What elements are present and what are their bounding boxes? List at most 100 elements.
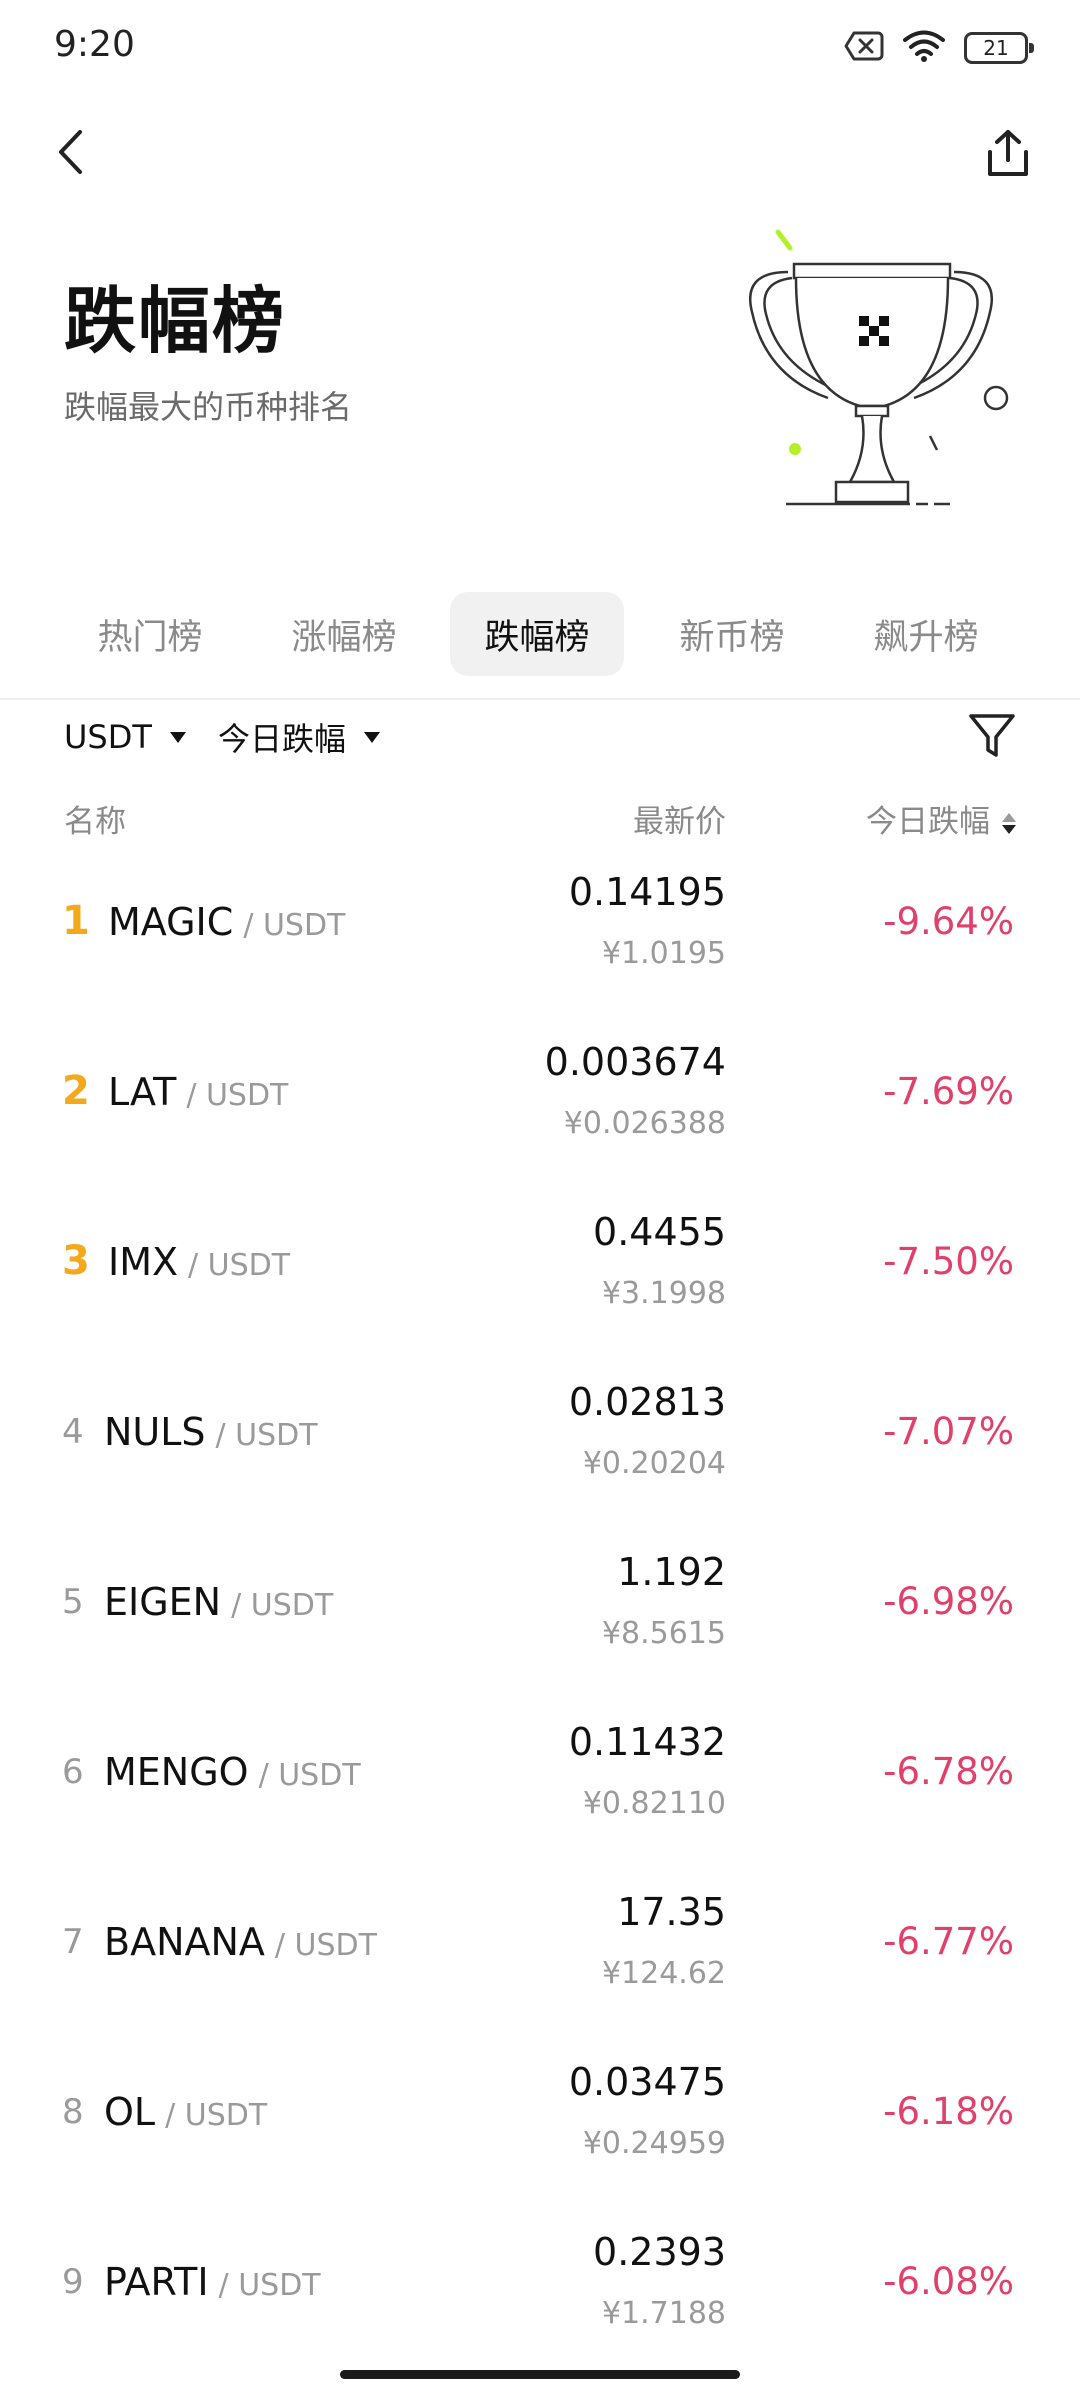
row-quote-symbol: / USDT: [165, 2098, 268, 2133]
row-price: 0.11432: [568, 1720, 726, 1764]
row-change: -6.98%: [883, 1580, 1014, 1623]
coin-list: 1 MAGIC / USDT 0.14195 ¥1.0195 -9.64% 2 …: [0, 848, 1080, 2378]
row-price: 1.192: [617, 1550, 726, 1594]
tab-gainers[interactable]: 涨幅榜: [264, 592, 424, 676]
quote-currency-dropdown[interactable]: USDT: [64, 712, 186, 762]
filter-icon: [969, 714, 1015, 757]
row-rank: 7: [62, 1922, 84, 1962]
row-price: 0.03475: [568, 2060, 726, 2104]
page-subtitle: 跌幅最大的币种排名: [64, 388, 353, 426]
row-base-symbol: EIGEN: [104, 1580, 222, 1624]
table-row[interactable]: 9 PARTI / USDT 0.2393 ¥1.7188 -6.08%: [0, 2208, 1080, 2378]
row-rank: 6: [62, 1752, 84, 1792]
row-pair: BANANA / USDT: [104, 1920, 377, 1964]
table-row[interactable]: 2 LAT / USDT 0.003674 ¥0.026388 -7.69%: [0, 1018, 1080, 1188]
row-change: -9.64%: [883, 900, 1014, 943]
table-row[interactable]: 5 EIGEN / USDT 1.192 ¥8.5615 -6.98%: [0, 1528, 1080, 1698]
trophy-illustration: [749, 229, 1009, 506]
row-change: -6.77%: [883, 1920, 1014, 1963]
caret-down-icon: [364, 731, 381, 743]
tab-new-listings[interactable]: 新币榜: [652, 592, 812, 676]
row-price: 0.4455: [593, 1210, 726, 1254]
wifi-icon: [902, 29, 946, 67]
row-quote-symbol: / USDT: [231, 1588, 334, 1623]
row-quote-symbol: / USDT: [258, 1758, 361, 1793]
tabs-divider: [0, 698, 1080, 700]
battery-icon: 21: [964, 32, 1034, 64]
row-change: -7.50%: [883, 1240, 1014, 1283]
row-cny-price: ¥1.0195: [601, 936, 726, 971]
quote-currency-value: USDT: [64, 718, 152, 756]
column-header-change[interactable]: 今日跌幅: [866, 796, 1018, 841]
row-base-symbol: PARTI: [104, 2260, 209, 2304]
row-base-symbol: IMX: [108, 1240, 179, 1284]
row-price: 0.2393: [593, 2230, 726, 2274]
row-rank: 1: [62, 898, 90, 944]
table-row[interactable]: 1 MAGIC / USDT 0.14195 ¥1.0195 -9.64%: [0, 848, 1080, 1018]
status-bar: 9:20 21: [0, 0, 1080, 92]
row-price: 17.35: [617, 1890, 726, 1934]
home-indicator[interactable]: [340, 2370, 740, 2379]
page-title: 跌幅榜: [64, 279, 287, 363]
row-cny-price: ¥3.1998: [601, 1276, 726, 1311]
row-change: -6.18%: [883, 2090, 1014, 2133]
row-cny-price: ¥8.5615: [601, 1616, 726, 1651]
table-row[interactable]: 4 NULS / USDT 0.02813 ¥0.20204 -7.07%: [0, 1358, 1080, 1528]
row-change: -7.07%: [883, 1410, 1014, 1453]
row-quote-symbol: / USDT: [274, 1928, 377, 1963]
row-cny-price: ¥0.24959: [582, 2126, 726, 2161]
row-rank: 9: [62, 2262, 84, 2302]
ranking-tabs: 热门榜 涨幅榜 跌幅榜 新币榜 飙升榜: [0, 592, 1080, 678]
row-base-symbol: BANANA: [104, 1920, 265, 1964]
row-quote-symbol: / USDT: [243, 908, 346, 943]
caret-down-icon: [169, 731, 186, 743]
row-cny-price: ¥0.82110: [582, 1786, 726, 1821]
row-base-symbol: OL: [104, 2090, 156, 2134]
no-sim-icon: [844, 30, 884, 66]
row-rank: 2: [62, 1068, 90, 1114]
table-row[interactable]: 8 OL / USDT 0.03475 ¥0.24959 -6.18%: [0, 2038, 1080, 2208]
back-button[interactable]: [42, 120, 98, 184]
row-price: 0.003674: [544, 1040, 726, 1084]
row-pair: IMX / USDT: [108, 1240, 290, 1284]
status-icons: 21: [844, 28, 1034, 68]
filter-button[interactable]: [966, 708, 1018, 762]
row-quote-symbol: / USDT: [215, 1418, 318, 1453]
row-pair: NULS / USDT: [104, 1410, 318, 1454]
tab-hot[interactable]: 热门榜: [70, 592, 230, 676]
column-header-price: 最新价: [633, 804, 726, 840]
row-base-symbol: NULS: [104, 1410, 206, 1454]
row-rank: 3: [62, 1238, 90, 1284]
sort-icon: [1002, 811, 1018, 837]
row-change: -6.08%: [883, 2260, 1014, 2303]
row-base-symbol: MAGIC: [108, 900, 234, 944]
row-base-symbol: LAT: [108, 1070, 177, 1114]
change-period-dropdown[interactable]: 今日跌幅: [218, 712, 381, 762]
column-header-name: 名称: [64, 804, 126, 840]
table-row[interactable]: 3 IMX / USDT 0.4455 ¥3.1998 -7.50%: [0, 1188, 1080, 1358]
column-header-change-label: 今日跌幅: [866, 804, 990, 840]
change-period-value: 今日跌幅: [218, 720, 347, 758]
table-row[interactable]: 7 BANANA / USDT 17.35 ¥124.62 -6.77%: [0, 1868, 1080, 2038]
row-price: 0.02813: [568, 1380, 726, 1424]
row-cny-price: ¥0.026388: [563, 1106, 726, 1141]
row-pair: OL / USDT: [104, 2090, 267, 2134]
row-pair: PARTI / USDT: [104, 2260, 321, 2304]
screen: 9:20 21 跌幅榜 跌幅最大的币种排名 热门榜 涨幅榜 跌幅榜 新币榜 飙升…: [0, 0, 1080, 2400]
row-price: 0.14195: [568, 870, 726, 914]
row-rank: 4: [62, 1412, 84, 1452]
row-cny-price: ¥0.20204: [582, 1446, 726, 1481]
row-base-symbol: MENGO: [104, 1750, 249, 1794]
row-pair: LAT / USDT: [108, 1070, 288, 1114]
row-pair: EIGEN / USDT: [104, 1580, 333, 1624]
share-button[interactable]: [976, 120, 1040, 188]
status-time: 9:20: [54, 24, 135, 65]
tab-losers[interactable]: 跌幅榜: [450, 592, 624, 676]
row-rank: 8: [62, 2092, 84, 2132]
row-cny-price: ¥1.7188: [601, 2296, 726, 2331]
share-icon: [988, 130, 1028, 176]
row-change: -6.78%: [883, 1750, 1014, 1793]
chevron-left-icon: [59, 130, 82, 174]
table-row[interactable]: 6 MENGO / USDT 0.11432 ¥0.82110 -6.78%: [0, 1698, 1080, 1868]
tab-trending[interactable]: 飙升榜: [846, 592, 1006, 676]
